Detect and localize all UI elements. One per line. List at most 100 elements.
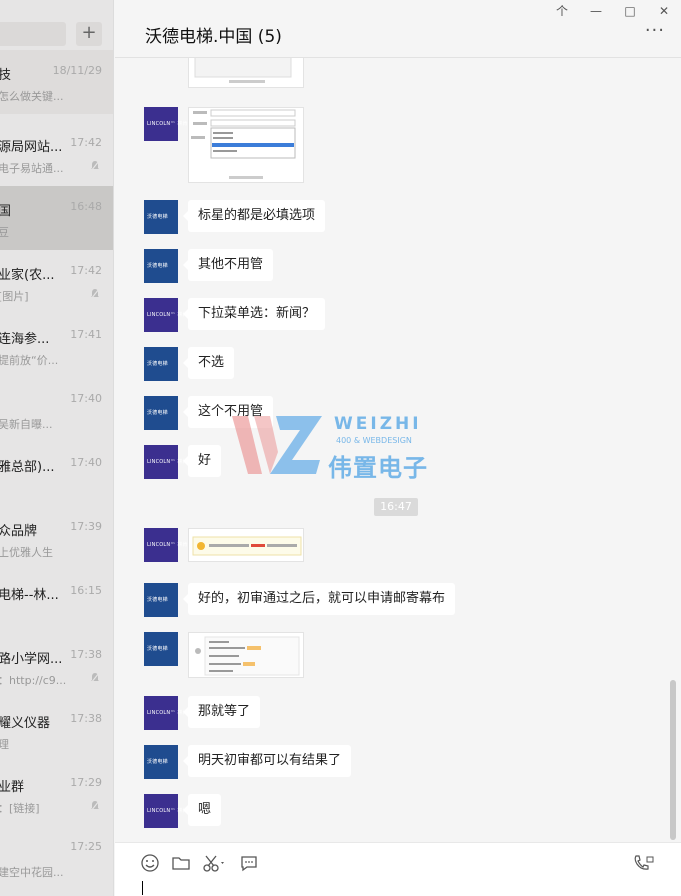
conversation-item[interactable]: 17:40 吴新自曝... — [0, 378, 113, 442]
close-button[interactable]: ✕ — [647, 0, 681, 22]
avatar[interactable]: 沃德电梯 — [144, 396, 178, 430]
weizhi-logo-icon — [232, 416, 322, 474]
conversation-preview: 怎么做关键... — [0, 90, 64, 103]
avatar[interactable]: 沃德电梯 — [144, 632, 178, 666]
message-bubble[interactable]: 好 — [182, 445, 222, 477]
conversation-name: 众品牌 — [0, 524, 38, 539]
conversation-time: 17:40 — [70, 392, 102, 405]
chat-title: 沃德电梯.中国 (5) — [145, 27, 282, 47]
message-bubble[interactable]: 标星的都是必填选项 — [182, 200, 326, 232]
conversation-preview: ：[链接] — [0, 802, 40, 815]
conversation-name: 业群 — [0, 780, 25, 795]
conversation-item[interactable]: 业家(农... 17:42 [图片] — [0, 250, 113, 314]
conversation-time: 17:25 — [70, 840, 102, 853]
conversation-item[interactable]: 雅总部)... 17:40 — [0, 442, 113, 506]
conversation-time: 17:38 — [70, 712, 102, 725]
time-divider: 16:47 — [374, 498, 418, 516]
chat-header: 沃德电梯.中国 (5) ··· 个 — □ ✕ — [115, 0, 681, 58]
message-bubble[interactable]: 不选 — [182, 347, 235, 379]
avatar[interactable]: LINCOLN™ 林肯电梯 — [144, 445, 198, 479]
minimize-button[interactable]: — — [579, 0, 613, 22]
muted-bell-icon — [90, 800, 100, 812]
conversation-time: 17:40 — [70, 456, 102, 469]
screenshot-thumbnail-icon — [192, 536, 302, 556]
emoji-icon[interactable] — [140, 853, 160, 873]
muted-bell-icon — [90, 672, 100, 684]
image-attachment[interactable] — [188, 528, 304, 562]
conversation-time: 18/11/29 — [52, 64, 102, 77]
avatar[interactable]: 沃德电梯 — [144, 200, 178, 234]
conversation-time: 17:39 — [70, 520, 102, 533]
avatar[interactable]: LINCOLN™ 林肯电梯 — [144, 107, 198, 141]
watermark-cn: 伟置电子 — [328, 454, 428, 482]
phone-icon[interactable] — [631, 853, 655, 873]
conversation-preview: 理 — [0, 736, 70, 752]
avatar[interactable]: LINCOLN™ 林肯电梯 — [144, 528, 198, 562]
message-bubble[interactable]: 那就等了 — [182, 696, 261, 728]
avatar[interactable]: LINCOLN™ 林肯电梯 — [144, 696, 198, 730]
screenshot-thumbnail-icon — [194, 58, 292, 83]
message-bubble[interactable]: 其他不用管 — [182, 249, 274, 281]
conversation-time: 16:48 — [70, 200, 102, 213]
more-options-button[interactable]: ··· — [645, 22, 665, 40]
conversation-item[interactable]: 耀义仪器 17:38理 — [0, 698, 113, 762]
message-bubble[interactable]: 明天初审都可以有结果了 — [182, 745, 352, 777]
image-attachment[interactable] — [188, 107, 304, 183]
muted-bell-icon — [90, 160, 100, 172]
conversation-item[interactable]: 业群 17:29 ：[链接] — [0, 762, 113, 826]
message-bubble[interactable]: 下拉菜单选：新闻？ — [182, 298, 326, 330]
image-attachment[interactable] — [188, 58, 304, 88]
scissors-icon[interactable] — [202, 853, 228, 873]
conversation-preview: 建空中花园... — [0, 866, 64, 879]
muted-bell-icon — [90, 288, 100, 300]
conversation-preview: 电子易站通... — [0, 162, 64, 175]
conversation-item[interactable]: 国 16:48豆 — [0, 186, 113, 250]
search-input[interactable] — [0, 22, 66, 46]
conversation-item[interactable]: 电梯--林... 16:15 — [0, 570, 113, 634]
conversation-time: 17:38 — [70, 648, 102, 661]
message-scrollbar[interactable] — [670, 680, 676, 840]
avatar[interactable]: LINCOLN™ 林肯电梯 — [144, 298, 198, 332]
conversation-item[interactable]: 源局网站... 17:42 电子易站通... — [0, 122, 113, 186]
window-controls: 个 — □ ✕ — [545, 0, 681, 22]
conversation-sidebar: + 技18/11/29怎么做关键...源局网站...17:42电子易站通...国… — [0, 0, 114, 896]
maximize-button[interactable]: □ — [613, 0, 647, 22]
conversation-item[interactable]: 技18/11/29怎么做关键... — [0, 50, 113, 114]
conversation-item[interactable]: 17:25 建空中花园... — [0, 826, 113, 890]
avatar[interactable]: 沃德电梯 — [144, 249, 178, 283]
watermark-sub: 400 & WEBDESIGN — [336, 436, 412, 445]
message-bubble[interactable]: 好的，初审通过之后，就可以申请邮寄幕布 — [182, 583, 456, 615]
avatar[interactable]: LINCOLN™ 林肯电梯 — [144, 794, 198, 828]
conversation-name: 业家(农... — [0, 268, 55, 283]
conversation-preview: [图片] — [0, 290, 29, 303]
conversation-time: 17:42 — [70, 264, 102, 277]
avatar[interactable]: 沃德电梯 — [144, 583, 178, 617]
message-bubble[interactable]: 嗯 — [182, 794, 222, 826]
screenshot-thumbnail-icon — [191, 109, 296, 179]
conversation-name: 雅总部)... — [0, 460, 55, 475]
conversation-preview: 豆 — [0, 224, 70, 240]
avatar[interactable]: 沃德电梯 — [144, 347, 178, 381]
screenshot-thumbnail-icon — [195, 636, 300, 676]
chat-bubble-icon[interactable] — [239, 853, 259, 873]
conversation-name: 连海参... — [0, 332, 50, 347]
folder-icon[interactable] — [171, 853, 191, 873]
conversation-item[interactable]: 路小学网... 17:38 ：http://c9... — [0, 634, 113, 698]
watermark-logo: WEIZHI 400 & WEBDESIGN 伟置电子 — [232, 412, 462, 482]
conversation-preview: 上优雅人生 — [0, 546, 53, 559]
conversation-name: 电梯--林... — [0, 588, 59, 603]
conversation-name: 源局网站... — [0, 140, 63, 155]
message-composer[interactable] — [115, 842, 681, 896]
conversation-item[interactable]: 连海参... 17:41 提前放“价... — [0, 314, 113, 378]
avatar[interactable]: 沃德电梯 — [144, 745, 178, 779]
conversation-item[interactable]: 众品牌 17:39 上优雅人生 — [0, 506, 113, 570]
add-chat-button[interactable]: + — [76, 22, 102, 46]
image-attachment[interactable] — [188, 632, 304, 678]
conversation-time: 17:29 — [70, 776, 102, 789]
text-cursor — [142, 881, 143, 895]
conversation-time: 17:42 — [70, 136, 102, 149]
conversation-time: 17:41 — [70, 328, 102, 341]
watermark-en: WEIZHI — [334, 414, 422, 434]
pin-button[interactable]: 个 — [545, 0, 579, 22]
conversation-name: 耀义仪器 — [0, 716, 51, 731]
